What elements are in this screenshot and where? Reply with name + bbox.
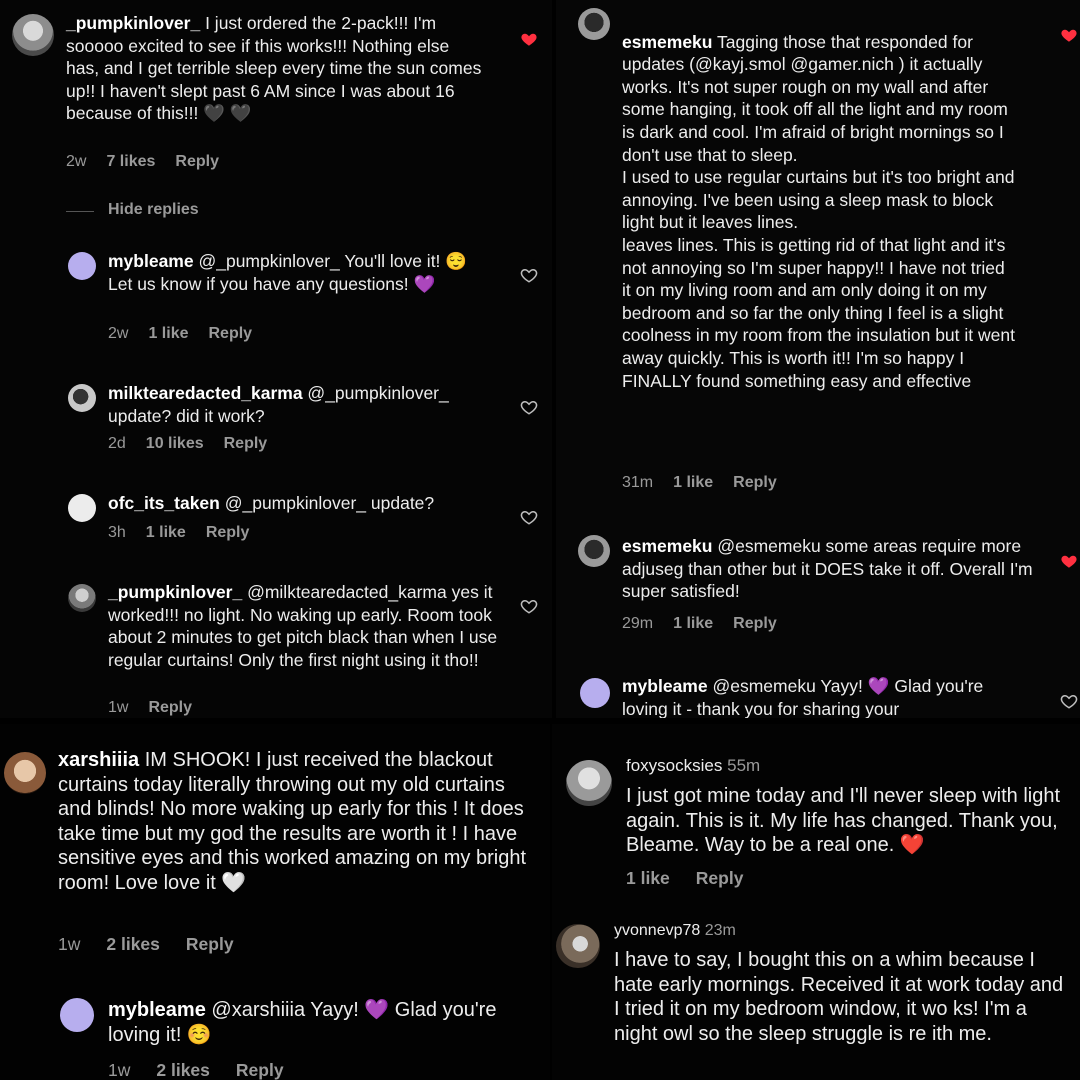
comment-likes[interactable]: 1 like	[673, 615, 713, 633]
replies-divider	[66, 211, 94, 212]
avatar[interactable]	[68, 584, 96, 612]
heart-filled-icon[interactable]	[1060, 552, 1078, 570]
comment-username[interactable]: esmemeku	[622, 536, 712, 556]
heart-outline-icon[interactable]	[520, 597, 538, 615]
comment-meta: 1w 2 likes Reply	[108, 1060, 284, 1080]
avatar[interactable]	[12, 14, 54, 56]
comment-username[interactable]: mybleame	[622, 676, 708, 696]
comment-text: @_pumpkinlover_ update?	[219, 493, 435, 513]
comment-meta: 29m 1 like Reply	[622, 615, 777, 633]
avatar[interactable]	[68, 252, 96, 280]
comment: esmemeku Tagging those that responded fo…	[622, 8, 1017, 392]
avatar[interactable]	[556, 924, 600, 968]
heart-outline-icon[interactable]	[520, 398, 538, 416]
comment-likes[interactable]: 1 like	[673, 474, 713, 492]
comment-username[interactable]: _pumpkinlover_	[108, 582, 242, 602]
comment-time: 3h	[108, 524, 126, 541]
avatar[interactable]	[566, 760, 612, 806]
comment-time: 23m	[704, 922, 736, 939]
comment-likes[interactable]: 10 likes	[146, 435, 204, 453]
comments-panel-bottom-right: foxysocksies 55m I just got mine today a…	[552, 724, 1080, 1080]
comments-panel-bottom-left: xarshiiia IM SHOOK! I just received the …	[0, 724, 550, 1080]
avatar[interactable]	[60, 998, 94, 1032]
reply-button[interactable]: Reply	[236, 1060, 284, 1080]
comment-time: 55m	[727, 756, 761, 775]
reply-comment: _pumpkinlover_ @milktearedacted_karma ye…	[108, 581, 500, 671]
comments-panel-top-right: esmemeku Tagging those that responded fo…	[556, 0, 1080, 718]
comment-username[interactable]: xarshiiia	[58, 749, 139, 771]
heart-filled-icon[interactable]	[1060, 26, 1078, 44]
comment-likes[interactable]: 2 likes	[156, 1060, 210, 1080]
comment-meta: 1w 2 likes Reply	[58, 934, 234, 955]
comment-likes[interactable]: 1 like	[148, 325, 188, 343]
comment-header: foxysocksies 55m	[626, 756, 760, 776]
hide-replies-button[interactable]: Hide replies	[108, 201, 199, 219]
comment-time: 2d	[108, 435, 126, 452]
comment-time: 1w	[108, 1060, 131, 1080]
comment-time: 2w	[108, 325, 129, 342]
comment-likes[interactable]: 1 like	[146, 524, 186, 542]
reply-button[interactable]: Reply	[696, 868, 744, 889]
heart-filled-icon[interactable]	[520, 30, 538, 48]
reply-comment: milktearedacted_karma @_pumpkinlover_ up…	[108, 382, 498, 427]
comment: mybleame @esmemeku Yayy! 💜 Glad you're l…	[622, 675, 1032, 718]
avatar[interactable]	[4, 752, 46, 794]
reply-button[interactable]: Reply	[733, 474, 777, 492]
reply-comment: mybleame @_pumpkinlover_ You'll love it!…	[108, 250, 488, 295]
comment-meta: 3h 1 like Reply	[108, 524, 249, 542]
comment-meta: 31m 1 like Reply	[622, 474, 777, 492]
comment-meta: 2w 7 likes Reply	[66, 153, 219, 171]
comment-time: 2w	[66, 153, 87, 170]
reply-button[interactable]: Reply	[208, 325, 252, 343]
reply-button[interactable]: Reply	[206, 524, 250, 542]
avatar[interactable]	[68, 494, 96, 522]
comment-username[interactable]: yvonnevp78	[614, 922, 700, 939]
comment-username[interactable]: milktearedacted_karma	[108, 383, 303, 403]
comment-likes[interactable]: 2 likes	[106, 934, 160, 955]
comment: _pumpkinlover_ I just ordered the 2-pack…	[66, 12, 486, 125]
comment-meta: 2w 1 like Reply	[108, 325, 252, 343]
comment-username[interactable]: mybleame	[108, 251, 194, 271]
comment-text: I have to say, I bought this on a whim b…	[614, 949, 1064, 1045]
heart-outline-icon[interactable]	[520, 266, 538, 284]
comment-meta: 2d 10 likes Reply	[108, 435, 267, 453]
comment-header: yvonnevp78 23m	[614, 922, 736, 940]
reply-button[interactable]: Reply	[186, 934, 234, 955]
reply-button[interactable]: Reply	[733, 615, 777, 633]
comments-panel-top-left: _pumpkinlover_ I just ordered the 2-pack…	[0, 0, 552, 718]
heart-outline-icon[interactable]	[520, 508, 538, 526]
comment-meta: 1w Reply	[108, 699, 192, 717]
comment-time: 31m	[622, 474, 654, 491]
comment-username[interactable]: mybleame	[108, 999, 206, 1021]
avatar[interactable]	[68, 384, 96, 412]
avatar[interactable]	[578, 535, 610, 567]
comment-time: 1w	[58, 934, 81, 954]
reply-button[interactable]: Reply	[175, 153, 219, 171]
comment-meta: 1 like Reply	[626, 868, 743, 889]
comment: esmemeku @esmemeku some areas require mo…	[622, 535, 1042, 603]
avatar[interactable]	[578, 8, 610, 40]
comment: xarshiiia IM SHOOK! I just received the …	[58, 748, 542, 895]
comment-text: I just got mine today and I'll never sle…	[626, 785, 1061, 856]
comment-text: Tagging those that responded for updates…	[622, 31, 1015, 391]
comment-username[interactable]: esmemeku	[622, 32, 712, 52]
comment-time: 1w	[108, 699, 129, 716]
comment-username[interactable]: foxysocksies	[626, 756, 722, 775]
comment-likes[interactable]: 1 like	[626, 868, 670, 889]
avatar[interactable]	[580, 678, 610, 708]
reply-button[interactable]: Reply	[224, 435, 268, 453]
comment-likes[interactable]: 7 likes	[106, 153, 155, 171]
reply-button[interactable]: Reply	[148, 699, 192, 717]
heart-outline-icon[interactable]	[1060, 692, 1078, 710]
reply-comment: mybleame @xarshiiia Yayy! 💜 Glad you're …	[108, 998, 548, 1047]
comment-username[interactable]: ofc_its_taken	[108, 493, 220, 513]
comment-time: 29m	[622, 615, 654, 632]
reply-comment: ofc_its_taken @_pumpkinlover_ update?	[108, 492, 498, 515]
comment-username[interactable]: _pumpkinlover_	[66, 13, 200, 33]
